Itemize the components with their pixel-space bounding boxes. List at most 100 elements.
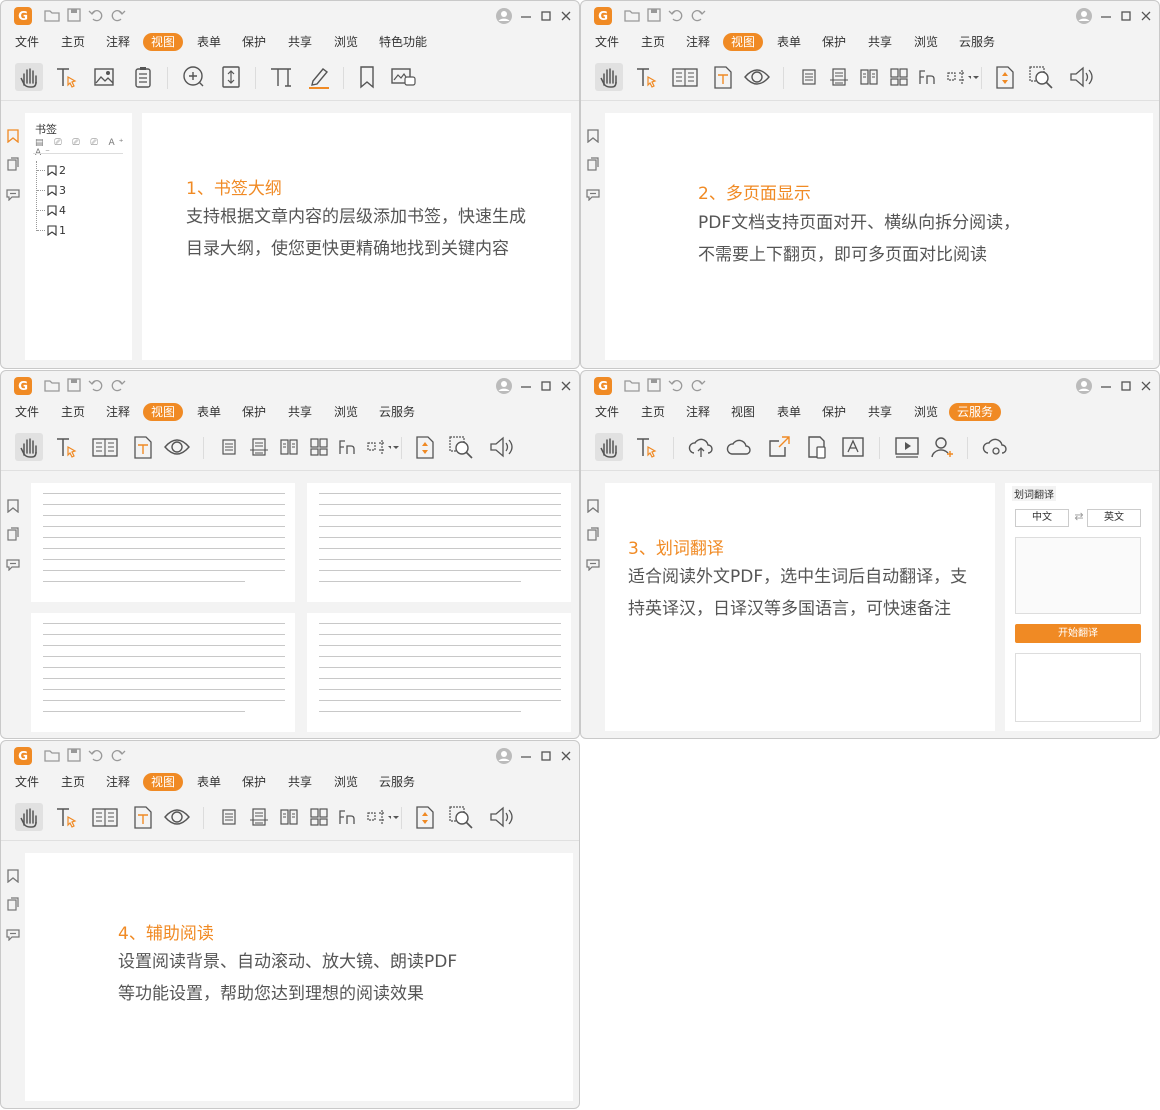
user-avatar-icon[interactable] <box>495 747 513 765</box>
source-text-area[interactable] <box>1015 537 1141 614</box>
pages-panel-icon[interactable] <box>586 527 600 541</box>
undo-icon[interactable] <box>87 6 105 24</box>
open-folder-icon[interactable] <box>43 376 61 394</box>
bookmark-panel-icon[interactable] <box>586 129 600 143</box>
two-page-icon[interactable] <box>671 63 699 91</box>
menu-file[interactable]: 文件 <box>15 33 39 51</box>
facing-icon[interactable] <box>855 63 883 91</box>
image-icon[interactable] <box>91 63 119 91</box>
undo-icon[interactable] <box>667 376 685 394</box>
eye-icon[interactable] <box>743 63 771 91</box>
menu-home[interactable]: 主页 <box>641 403 665 421</box>
comments-panel-icon[interactable] <box>6 557 20 571</box>
auto-scroll-icon[interactable] <box>411 803 439 831</box>
close-icon[interactable] <box>557 7 575 25</box>
menu-view[interactable]: 视图 <box>143 403 184 421</box>
start-translate-button[interactable]: 开始翻译 <box>1015 624 1141 643</box>
menu-form[interactable]: 表单 <box>197 403 221 421</box>
redo-icon[interactable] <box>689 376 707 394</box>
maximize-icon[interactable] <box>537 7 555 25</box>
close-icon[interactable] <box>1137 377 1155 395</box>
reading-order-icon[interactable] <box>333 433 361 461</box>
magnifier-icon[interactable] <box>447 803 475 831</box>
menu-special[interactable]: 特色功能 <box>379 33 427 51</box>
redo-icon[interactable] <box>109 376 127 394</box>
menu-browse[interactable]: 浏览 <box>334 403 358 421</box>
menu-share[interactable]: 共享 <box>868 33 892 51</box>
close-icon[interactable] <box>1137 7 1155 25</box>
select-text-icon[interactable] <box>53 803 81 831</box>
source-language-select[interactable]: 中文 <box>1015 509 1069 527</box>
undo-icon[interactable] <box>667 6 685 24</box>
menu-protect[interactable]: 保护 <box>242 403 266 421</box>
swap-language-icon[interactable]: ⇄ <box>1072 510 1086 523</box>
share-out-icon[interactable] <box>765 433 793 461</box>
read-aloud-icon[interactable] <box>487 803 515 831</box>
menu-browse[interactable]: 浏览 <box>914 33 938 51</box>
zoom-in-icon[interactable] <box>179 63 207 91</box>
comments-panel-icon[interactable] <box>586 557 600 571</box>
magnifier-icon[interactable] <box>447 433 475 461</box>
menu-file[interactable]: 文件 <box>15 403 39 421</box>
maximize-icon[interactable] <box>1117 7 1135 25</box>
redo-icon[interactable] <box>689 6 707 24</box>
menu-view[interactable]: 视图 <box>731 403 755 421</box>
open-folder-icon[interactable] <box>623 376 641 394</box>
reflow-icon[interactable] <box>709 63 737 91</box>
save-icon[interactable] <box>645 6 663 24</box>
magnifier-icon[interactable] <box>1027 63 1055 91</box>
cover-icon[interactable] <box>305 433 333 461</box>
pages-panel-icon[interactable] <box>6 157 20 171</box>
menu-form[interactable]: 表单 <box>197 773 221 791</box>
menu-protect[interactable]: 保护 <box>822 33 846 51</box>
reading-order-icon[interactable] <box>913 63 941 91</box>
comments-panel-icon[interactable] <box>586 187 600 201</box>
user-avatar-icon[interactable] <box>495 7 513 25</box>
target-language-select[interactable]: 英文 <box>1087 509 1141 527</box>
menu-home[interactable]: 主页 <box>61 403 85 421</box>
continuous-icon[interactable] <box>245 433 273 461</box>
select-text-icon[interactable] <box>53 63 81 91</box>
bookmark-panel-icon[interactable] <box>6 869 20 883</box>
auto-scroll-icon[interactable] <box>411 433 439 461</box>
two-page-icon[interactable] <box>91 433 119 461</box>
close-icon[interactable] <box>557 747 575 765</box>
clipboard-icon[interactable] <box>129 63 157 91</box>
cloud-upload-icon[interactable] <box>687 433 715 461</box>
pages-panel-icon[interactable] <box>6 527 20 541</box>
save-icon[interactable] <box>645 376 663 394</box>
hand-icon[interactable] <box>15 433 43 461</box>
menu-cloud[interactable]: 云服务 <box>959 33 995 51</box>
menu-share[interactable]: 共享 <box>288 403 312 421</box>
split-icon[interactable] <box>943 63 971 91</box>
menu-protect[interactable]: 保护 <box>242 773 266 791</box>
comments-panel-icon[interactable] <box>6 927 20 941</box>
menu-view[interactable]: 视图 <box>143 773 184 791</box>
maximize-icon[interactable] <box>537 747 555 765</box>
menu-file[interactable]: 文件 <box>15 773 39 791</box>
facing-icon[interactable] <box>275 433 303 461</box>
pages-panel-icon[interactable] <box>6 897 20 911</box>
menu-cloud[interactable]: 云服务 <box>379 403 415 421</box>
redo-icon[interactable] <box>109 6 127 24</box>
bookmark-item[interactable]: 3 <box>37 183 66 197</box>
typewriter-icon[interactable] <box>267 63 295 91</box>
open-folder-icon[interactable] <box>623 6 641 24</box>
hand-icon[interactable] <box>595 433 623 461</box>
redo-icon[interactable] <box>109 746 127 764</box>
eye-icon[interactable] <box>163 433 191 461</box>
bookmark-item[interactable]: 1 <box>37 223 66 237</box>
menu-share[interactable]: 共享 <box>288 33 312 51</box>
bookmark-panel-icon[interactable] <box>6 499 20 513</box>
save-icon[interactable] <box>65 6 83 24</box>
reflow-icon[interactable] <box>129 803 157 831</box>
menu-annotate[interactable]: 注释 <box>686 403 710 421</box>
menu-browse[interactable]: 浏览 <box>334 773 358 791</box>
read-aloud-icon[interactable] <box>1067 63 1095 91</box>
cloud-settings-icon[interactable] <box>981 433 1009 461</box>
menu-browse[interactable]: 浏览 <box>334 33 358 51</box>
bookmark-icon[interactable] <box>353 63 381 91</box>
menu-form[interactable]: 表单 <box>197 33 221 51</box>
minimize-icon[interactable] <box>1097 377 1115 395</box>
single-page-icon[interactable] <box>215 803 243 831</box>
